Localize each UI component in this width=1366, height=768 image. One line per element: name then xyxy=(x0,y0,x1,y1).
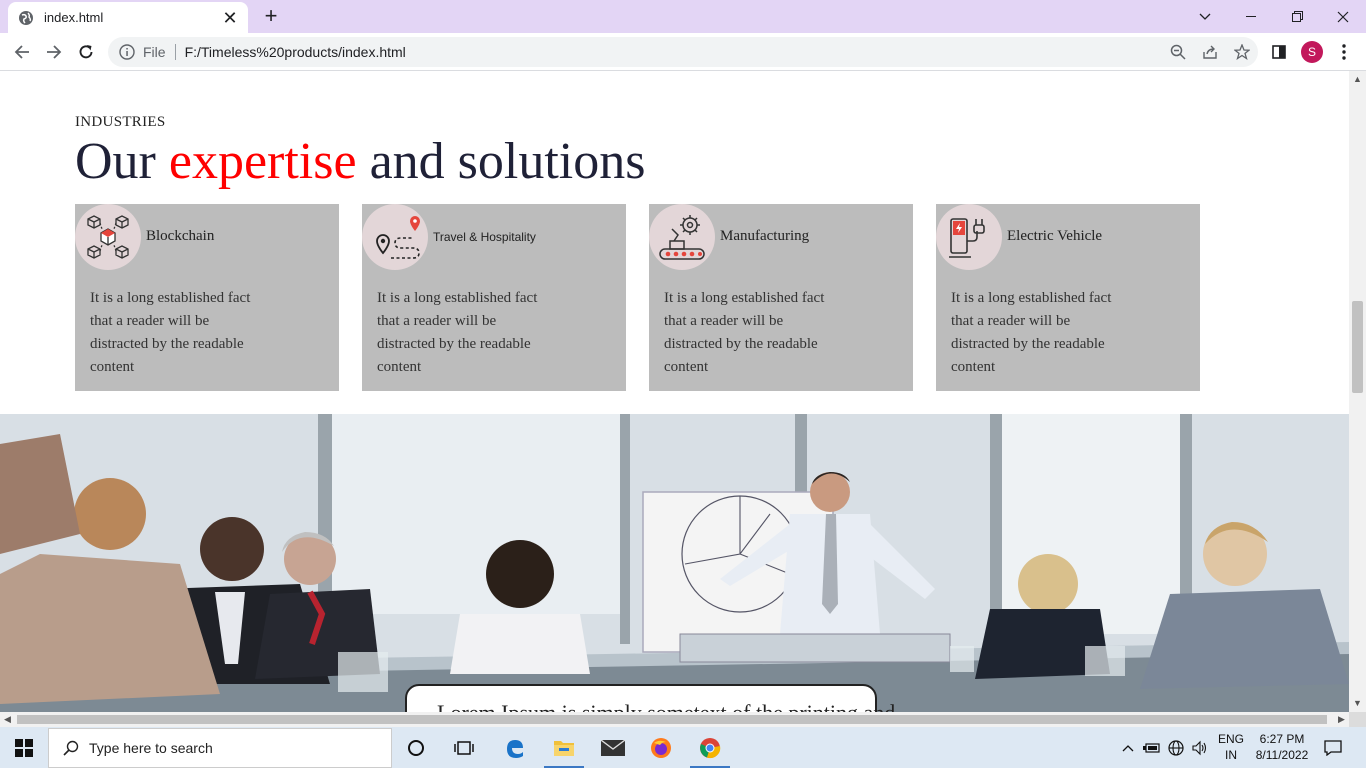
info-icon[interactable] xyxy=(119,44,135,60)
scroll-right-icon[interactable]: ▶ xyxy=(1334,712,1349,727)
network-globe-icon[interactable] xyxy=(1165,727,1187,768)
cortana-icon[interactable] xyxy=(392,727,440,768)
speaker-icon[interactable] xyxy=(1189,727,1211,768)
tab-title: index.html xyxy=(44,10,104,25)
back-icon[interactable] xyxy=(9,39,35,65)
battery-icon[interactable] xyxy=(1141,727,1163,768)
clock[interactable]: 6:27 PM 8/11/2022 xyxy=(1250,731,1314,763)
card-text: It is a long established fact that a rea… xyxy=(90,290,251,375)
language-region: IN xyxy=(1225,748,1237,762)
minimize-icon[interactable] xyxy=(1228,0,1274,33)
search-icon xyxy=(63,740,79,756)
scrollbar-thumb[interactable] xyxy=(1352,301,1363,393)
menu-icon[interactable] xyxy=(1331,39,1357,65)
share-icon[interactable] xyxy=(1194,37,1226,67)
headline-accent: expertise xyxy=(168,133,357,190)
clock-date: 8/11/2022 xyxy=(1255,748,1309,762)
clock-time: 6:27 PM xyxy=(1259,732,1305,746)
edge-icon[interactable] xyxy=(491,727,539,768)
blockchain-icon xyxy=(75,204,141,270)
chevron-down-icon[interactable] xyxy=(1182,0,1228,33)
avatar: S xyxy=(1301,41,1323,63)
browser-tab[interactable]: index.html ✕ xyxy=(8,2,248,33)
page-viewport: INDUSTRIES Our expertise and solutions B… xyxy=(0,71,1349,712)
scroll-down-icon[interactable]: ▼ xyxy=(1349,695,1366,712)
plus-icon[interactable]: + xyxy=(258,4,284,30)
hero-quote: Lorem Ipsum is simply sometext of the pr… xyxy=(437,700,895,712)
scrollbar-corner xyxy=(1349,712,1366,727)
chrome-icon[interactable] xyxy=(686,727,734,768)
travel-route-icon xyxy=(362,204,428,270)
mail-icon[interactable] xyxy=(589,727,637,768)
globe-icon xyxy=(19,10,33,25)
horizontal-scrollbar[interactable]: ◀ ▶ xyxy=(0,712,1349,727)
windows-start-icon[interactable] xyxy=(0,727,48,768)
card-title: Blockchain xyxy=(146,228,215,244)
url-scheme: File xyxy=(143,44,166,60)
card-title: Travel & Hospitality xyxy=(433,230,536,244)
page-title: Our expertise and solutions xyxy=(75,131,645,193)
close-window-icon[interactable] xyxy=(1320,0,1366,33)
language-code: ENG xyxy=(1217,732,1244,746)
scroll-up-icon[interactable]: ▲ xyxy=(1349,71,1366,88)
card-text: It is a long established fact that a rea… xyxy=(377,290,538,375)
ev-charger-icon xyxy=(936,204,1002,270)
card-text: It is a long established fact that a rea… xyxy=(951,290,1112,375)
scroll-left-icon[interactable]: ◀ xyxy=(0,712,15,727)
side-panel-icon[interactable] xyxy=(1266,39,1292,65)
industry-card-electric-vehicle[interactable]: Electric Vehicle It is a long establishe… xyxy=(936,204,1200,391)
browser-toolbar: File F:/Timeless%20products/index.html S xyxy=(0,33,1366,71)
hero-quote-box: Lorem Ipsum is simply sometext of the pr… xyxy=(405,684,895,712)
vertical-scrollbar[interactable]: ▲ ▼ xyxy=(1349,71,1366,712)
reload-icon[interactable] xyxy=(73,39,99,65)
scrollbar-thumb[interactable] xyxy=(17,715,1327,724)
url-text[interactable]: F:/Timeless%20products/index.html xyxy=(185,44,1162,60)
windows-taskbar: Type here to search ENG IN 6:27 PM 8/11/… xyxy=(0,727,1366,768)
zoom-icon[interactable] xyxy=(1162,37,1194,67)
forward-icon[interactable] xyxy=(41,39,67,65)
headline-part: and solutions xyxy=(356,133,646,190)
restore-icon[interactable] xyxy=(1274,0,1320,33)
search-placeholder: Type here to search xyxy=(89,740,213,756)
address-bar[interactable]: File F:/Timeless%20products/index.html xyxy=(108,37,1258,67)
hero-meeting-image: Lorem Ipsum is simply sometext of the pr… xyxy=(0,414,1349,712)
task-view-icon[interactable] xyxy=(440,727,488,768)
card-text: It is a long established fact that a rea… xyxy=(664,290,825,375)
card-title: Electric Vehicle xyxy=(1007,228,1103,244)
manufacturing-icon xyxy=(649,204,715,270)
close-icon[interactable]: ✕ xyxy=(222,9,238,27)
industry-card-blockchain[interactable]: Blockchain It is a long established fact… xyxy=(75,204,339,391)
divider xyxy=(174,44,176,60)
industry-card-manufacturing[interactable]: Manufacturing It is a long established f… xyxy=(649,204,913,391)
taskbar-search-box[interactable]: Type here to search xyxy=(48,728,392,768)
chevron-up-icon[interactable] xyxy=(1118,727,1138,768)
star-icon[interactable] xyxy=(1226,37,1258,67)
headline-part: Our xyxy=(75,133,169,190)
file-explorer-icon[interactable] xyxy=(540,727,588,768)
notification-icon[interactable] xyxy=(1316,727,1350,768)
section-label: INDUSTRIES xyxy=(75,114,166,130)
profile-button[interactable]: S xyxy=(1299,39,1325,65)
browser-tab-strip: index.html ✕ + xyxy=(0,0,1366,33)
language-indicator[interactable]: ENG IN xyxy=(1214,731,1248,763)
card-title: Manufacturing xyxy=(720,228,810,244)
firefox-icon[interactable] xyxy=(637,727,685,768)
industry-card-travel[interactable]: Travel & Hospitality It is a long establ… xyxy=(362,204,626,391)
